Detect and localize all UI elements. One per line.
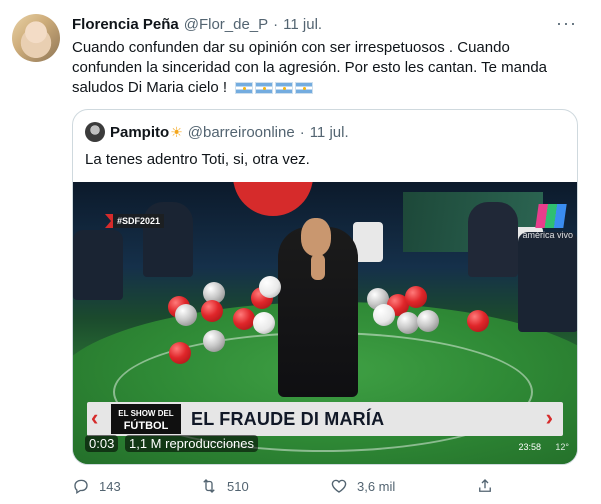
channel-logo xyxy=(535,204,567,228)
football xyxy=(467,310,489,332)
chevron-right-icon: › xyxy=(545,405,553,430)
tweet-header: Florencia Peña @Flor_de_P · 11 jul. xyxy=(72,14,322,34)
football xyxy=(397,312,419,334)
tv-clock: 23:58 xyxy=(518,442,541,452)
like-button[interactable]: 3,6 mil xyxy=(330,477,395,495)
panelist xyxy=(73,230,123,300)
panelist xyxy=(468,202,518,277)
tweet-actions: 143 510 3,6 mil xyxy=(72,476,512,496)
separator: · xyxy=(273,15,279,33)
banner-title: EL FRAUDE DI MARÍA xyxy=(191,408,385,429)
football xyxy=(253,312,275,334)
quote-date: 11 jul. xyxy=(309,123,349,141)
reply-icon xyxy=(74,479,88,495)
share-button[interactable] xyxy=(476,477,494,495)
argentina-flag-icon xyxy=(255,82,274,95)
hashtag-badge: #SDF2021 xyxy=(104,214,165,228)
video-view-count: 1,1 M reproducciones xyxy=(125,435,259,452)
avatar[interactable] xyxy=(12,14,60,62)
sun-emoji-icon: ☀ xyxy=(170,123,183,140)
quote-author-name: Pampito xyxy=(110,123,170,141)
reply-button[interactable]: 143 xyxy=(72,477,121,495)
retweet-icon xyxy=(203,479,215,493)
show-logo-line1: EL SHOW DEL xyxy=(118,409,174,418)
author-name[interactable]: Florencia Peña xyxy=(72,16,179,33)
studio-emblem xyxy=(233,182,313,216)
panelist xyxy=(518,232,577,332)
quoted-tweet[interactable]: Pampito ☀ @barreiroonline · 11 jul. La t… xyxy=(72,109,578,465)
tweet[interactable]: Florencia Peña @Flor_de_P · 11 jul. ··· … xyxy=(0,0,601,504)
quote-author-handle: @barreiroonline xyxy=(187,123,295,141)
football xyxy=(203,330,225,352)
football xyxy=(259,276,281,298)
flag-emojis xyxy=(235,78,315,98)
show-logo-line2: FÚTBOL xyxy=(123,420,169,432)
quote-text: La tenes adentro Toti, si, otra vez. xyxy=(85,151,310,168)
football xyxy=(373,304,395,326)
football xyxy=(169,342,191,364)
quote-separator: · xyxy=(299,123,305,141)
chevron-left-icon: ‹ xyxy=(91,405,99,430)
video-elapsed-time: 0:03 xyxy=(85,435,119,452)
tv-temperature: 12° xyxy=(555,442,569,452)
tweet-text: Cuando confunden dar su opinión con ser … xyxy=(72,38,577,98)
lower-third-banner: ‹ EL SHOW DEL FÚTBOL EL FRAUDE DI MARÍA … xyxy=(87,402,563,436)
argentina-flag-icon xyxy=(275,82,294,95)
quote-header: Pampito ☀ @barreiroonline · 11 jul. xyxy=(85,122,349,142)
football xyxy=(233,308,255,330)
share-icon xyxy=(479,479,491,492)
host-head xyxy=(301,218,331,256)
football xyxy=(405,286,427,308)
like-icon xyxy=(331,479,347,493)
like-count: 3,6 mil xyxy=(357,478,396,494)
retweet-button[interactable]: 510 xyxy=(200,477,249,495)
tweet-date[interactable]: 11 jul. xyxy=(283,16,322,33)
reply-count: 143 xyxy=(99,478,121,494)
show-logo: EL SHOW DEL FÚTBOL xyxy=(111,404,181,434)
quote-avatar xyxy=(85,122,105,142)
video-player[interactable]: #SDF2021 américa vivo ‹ EL SHOW DEL FÚTB… xyxy=(73,182,577,464)
argentina-flag-icon xyxy=(295,82,314,95)
argentina-flag-icon xyxy=(235,82,254,95)
channel-label: américa vivo xyxy=(522,230,573,240)
football xyxy=(175,304,197,326)
football xyxy=(417,310,439,332)
author-handle[interactable]: @Flor_de_P xyxy=(184,16,268,33)
host-hands xyxy=(311,254,325,280)
retweet-count: 510 xyxy=(227,478,249,494)
football xyxy=(201,300,223,322)
more-horizontal-icon[interactable]: ··· xyxy=(556,14,577,32)
